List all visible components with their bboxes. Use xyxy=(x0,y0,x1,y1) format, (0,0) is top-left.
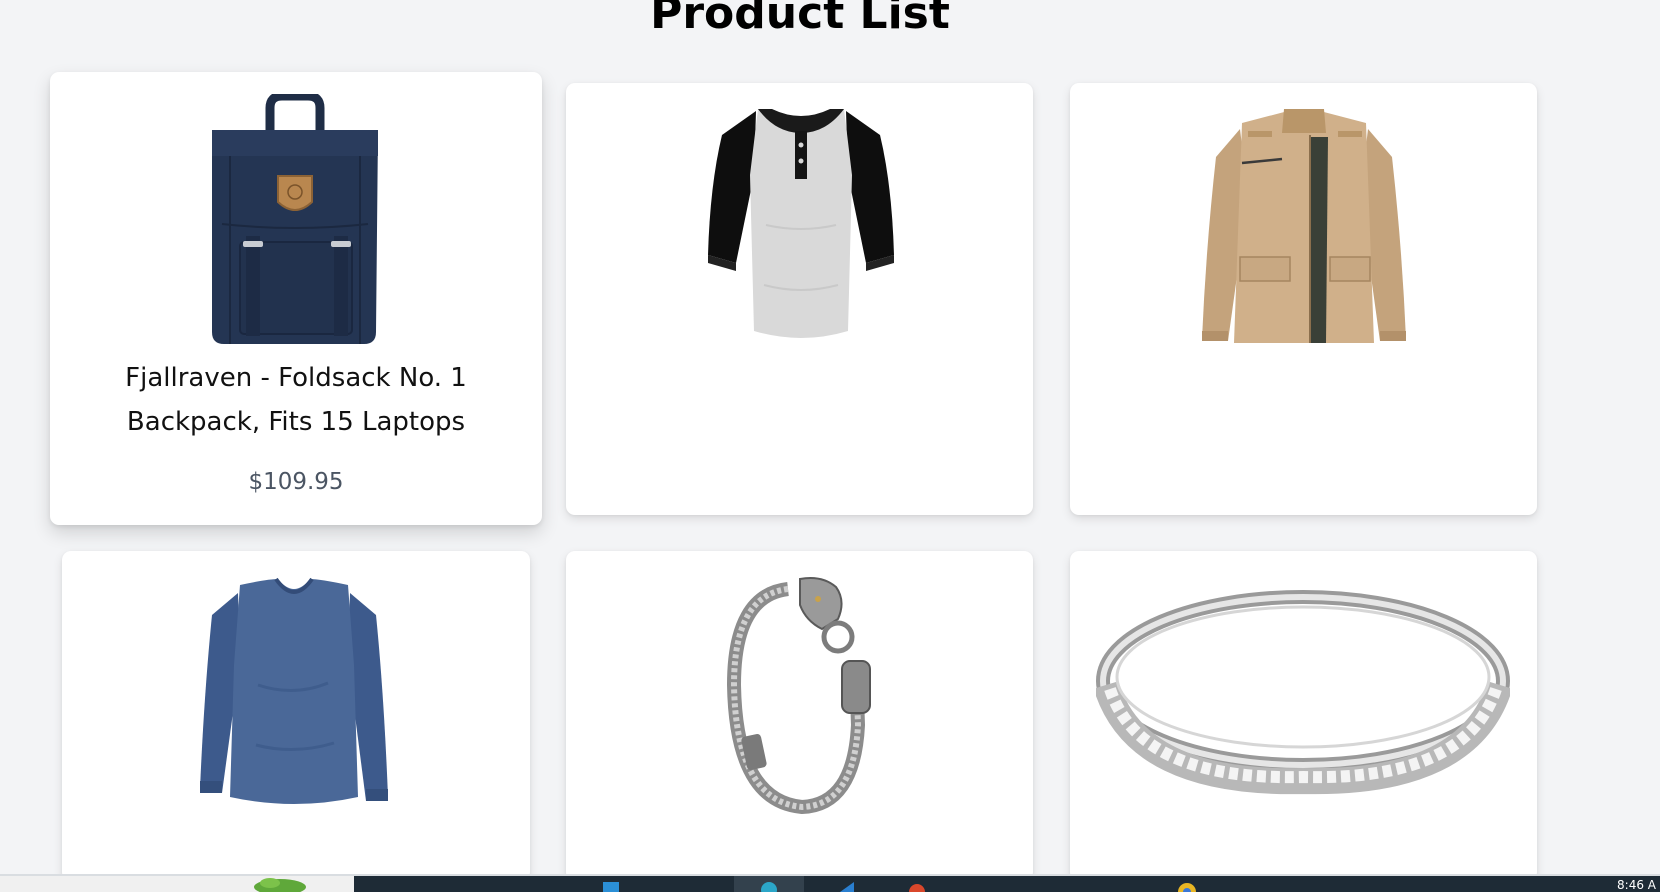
product-card[interactable]: Fjallraven - Foldsack No. 1 Backpack, Fi… xyxy=(50,72,542,525)
page-title: Product List xyxy=(650,0,950,39)
plant-icon xyxy=(254,878,306,892)
product-image-bracelet xyxy=(726,577,871,815)
product-card[interactable] xyxy=(1070,83,1537,515)
taskbar: 8:46 A xyxy=(0,874,1660,892)
product-image-ring xyxy=(1096,590,1510,795)
product-list-page: Product List Fjallraven - Foldsack No. 1… xyxy=(0,0,1660,892)
taskbar-clock[interactable]: 8:46 A xyxy=(1617,878,1656,892)
product-card[interactable] xyxy=(566,83,1033,515)
app-icon[interactable] xyxy=(758,878,780,892)
product-title[interactable]: Fjallraven - Foldsack No. 1 Backpack, Fi… xyxy=(50,356,542,444)
product-price: $109.95 xyxy=(248,469,344,495)
product-card[interactable] xyxy=(1070,551,1537,881)
app-red-icon[interactable] xyxy=(906,878,928,892)
product-image-jacket xyxy=(1202,109,1406,343)
product-card[interactable] xyxy=(566,551,1033,881)
product-card[interactable] xyxy=(62,551,530,881)
chrome-icon[interactable] xyxy=(1176,878,1198,892)
product-image-backpack xyxy=(212,94,378,344)
product-image-long-sleeve-shirt xyxy=(200,577,388,804)
edge-browser-icon[interactable] xyxy=(600,878,622,892)
vscode-icon[interactable] xyxy=(836,878,858,892)
product-image-raglan-shirt xyxy=(708,109,894,338)
